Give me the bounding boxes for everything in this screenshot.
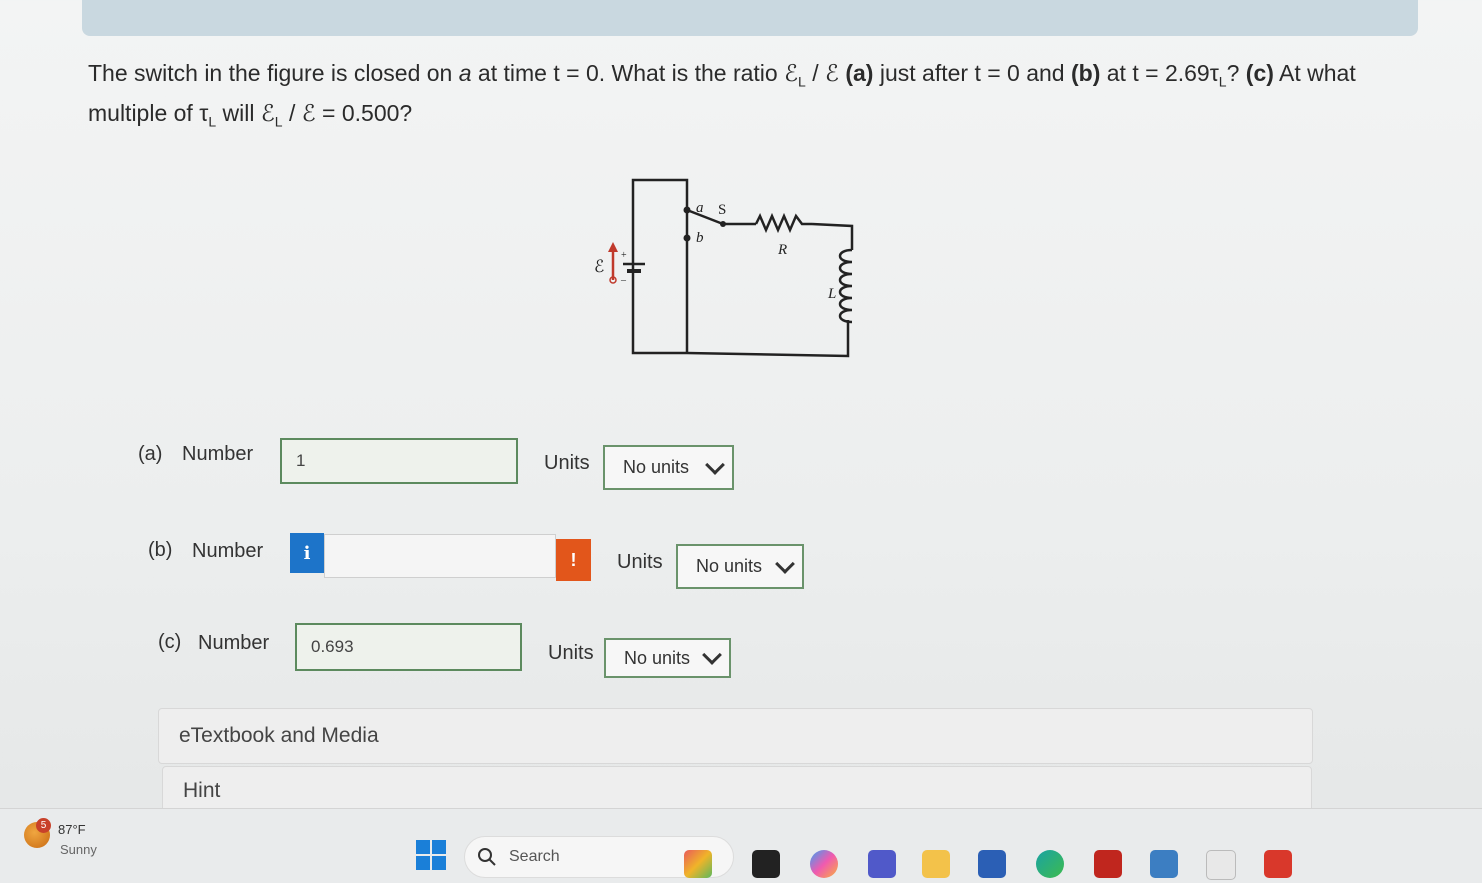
search-placeholder: Search: [509, 848, 560, 865]
search-icon: [478, 848, 496, 866]
wire-right: [811, 222, 854, 250]
taskbar: [0, 808, 1482, 883]
part-b-units-select[interactable]: No units: [676, 544, 804, 589]
top-banner: [82, 0, 1418, 36]
info-icon[interactable]: i: [290, 533, 324, 573]
calendar-app-icon[interactable]: [1206, 850, 1236, 880]
part-b-number-input[interactable]: [324, 534, 556, 578]
label-r: R: [777, 242, 787, 258]
weather-condition[interactable]: Sunny: [60, 842, 97, 857]
folder-app-icon[interactable]: [922, 850, 950, 878]
label-emf: ℰ: [594, 257, 604, 276]
store-app-icon[interactable]: [1150, 850, 1178, 878]
copilot-app-icon[interactable]: [810, 850, 838, 878]
part-a-units-label: Units: [544, 452, 590, 474]
warning-icon: !: [556, 539, 591, 581]
part-c-label: (c): [158, 631, 182, 653]
question-text: The switch in the figure is closed on a …: [88, 60, 1356, 130]
terminal-b: [683, 234, 691, 242]
label-l: L: [827, 286, 836, 302]
part-a-number-label: Number: [182, 443, 254, 465]
chevron-down-icon: [705, 454, 725, 475]
label-plus: +: [621, 250, 627, 261]
label-minus: –: [620, 275, 627, 286]
chevron-down-icon: [702, 645, 722, 665]
edge-app-icon[interactable]: [1036, 850, 1064, 878]
teams-app-icon[interactable]: [868, 850, 896, 878]
part-a-units-select[interactable]: No units: [603, 445, 734, 490]
red-app-icon[interactable]: [1094, 850, 1122, 878]
part-b-units-label: Units: [617, 551, 663, 573]
part-c-units-label: Units: [548, 642, 594, 664]
widgets-app-icon[interactable]: [684, 850, 712, 878]
weather-temp[interactable]: 87°F: [58, 822, 86, 837]
label-b: b: [696, 230, 704, 246]
wire-outer: [631, 178, 689, 355]
etextbook-panel[interactable]: eTextbook and Media: [158, 708, 1313, 764]
part-c-units-select[interactable]: No units: [604, 638, 731, 678]
wire-bottom: [686, 320, 850, 358]
label-s: S: [718, 202, 726, 218]
mail-app-icon[interactable]: [1264, 850, 1292, 878]
switch-pivot: [720, 221, 726, 227]
part-b-number-label: Number: [192, 540, 264, 562]
emf-arrow-head: [608, 242, 618, 252]
notification-badge: 5: [36, 818, 51, 833]
inductor-coil: [838, 248, 853, 324]
file-explorer-app-icon[interactable]: [752, 850, 780, 878]
part-b-label: (b): [148, 539, 173, 561]
part-a-label: (a): [138, 443, 163, 465]
terminal-a: [683, 206, 691, 214]
label-a: a: [696, 200, 704, 216]
part-a-number-input[interactable]: 1: [280, 438, 518, 484]
resistor: [754, 212, 812, 234]
word-app-icon[interactable]: [978, 850, 1006, 878]
windows-start-icon[interactable]: [416, 840, 446, 870]
part-c-number-input[interactable]: 0.693: [295, 623, 522, 671]
chevron-down-icon: [775, 553, 795, 574]
circuit-diagram: a b S R L ℰ + –: [594, 178, 854, 358]
part-c-number-label: Number: [198, 632, 270, 654]
